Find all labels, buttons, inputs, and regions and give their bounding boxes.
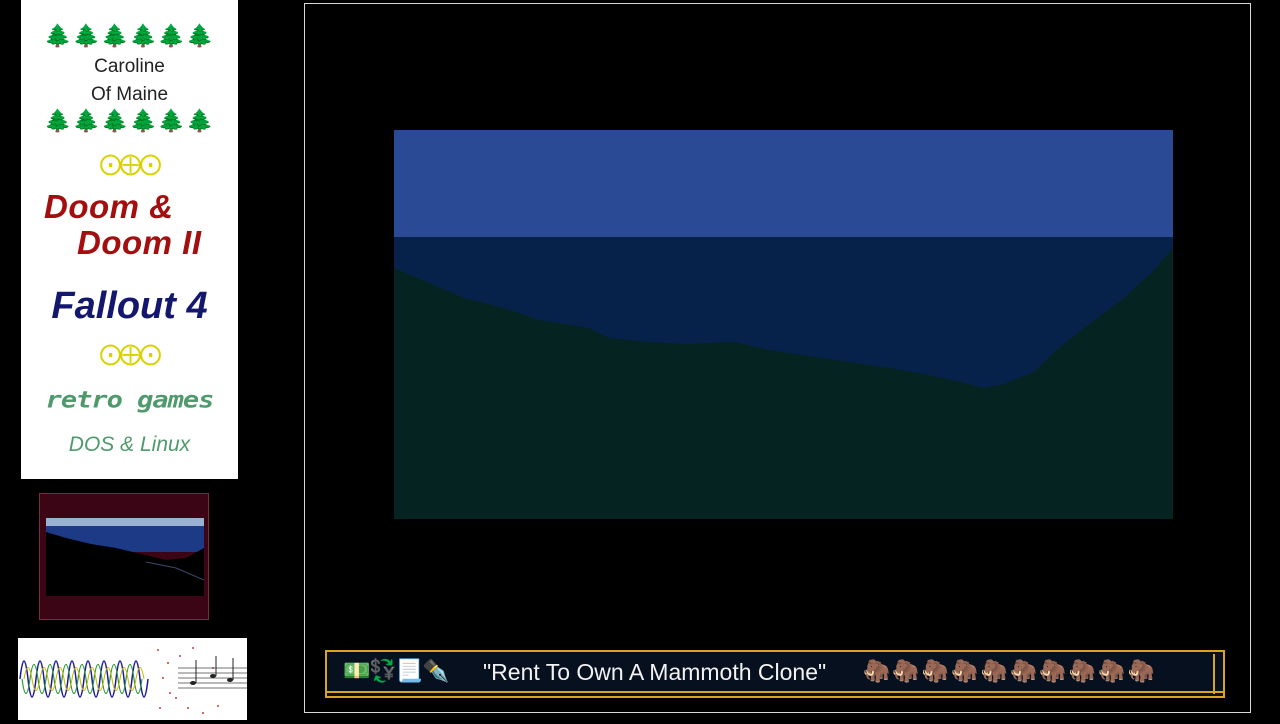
tree-icon-row-top: 🌲🌲🌲🌲🌲🌲 [44,24,215,49]
game-title-doom-2: Doom II [77,224,202,261]
streamer-name: Caroline Of Maine [90,56,169,105]
gameplay-preview-thumbnail [39,493,209,620]
now-playing-title: "Rent To Own A Mammoth Clone" [483,659,827,685]
mammoth-icon-row: 🦣🦣🦣🦣🦣🦣🦣🦣🦣🦣 [863,659,1157,684]
audio-waveform-graphic [18,638,247,720]
channel-branding-panel: 🌲🌲🌲🌲🌲🌲 Caroline Of Maine 🌲🌲🌲🌲🌲🌲 ⨀⨁⨀ Doom… [21,0,238,479]
game-title-doom: Doom & [44,188,174,225]
sky-layer [394,130,1173,238]
ornament-icon: ⨀⨁⨀ [99,342,162,367]
retro-games-label: retro games [45,387,215,414]
game-title-fallout-4: Fallout 4 [51,285,208,327]
now-playing-ticker: 💵💱📃✒️ "Rent To Own A Mammoth Clone" 🦣🦣🦣🦣… [325,650,1225,698]
ticker-underline [327,691,1223,693]
ornament-icon: ⨀⨁⨀ [99,152,162,177]
ticker-endcap [1213,654,1221,694]
money-exchange-document-pen-icons: 💵💱📃✒️ [343,659,450,684]
platforms-label: DOS & Linux [68,433,191,456]
game-viewport [394,130,1173,519]
preview-landscape-image [46,518,204,596]
tree-icon-row-bottom: 🌲🌲🌲🌲🌲🌲 [44,109,215,134]
